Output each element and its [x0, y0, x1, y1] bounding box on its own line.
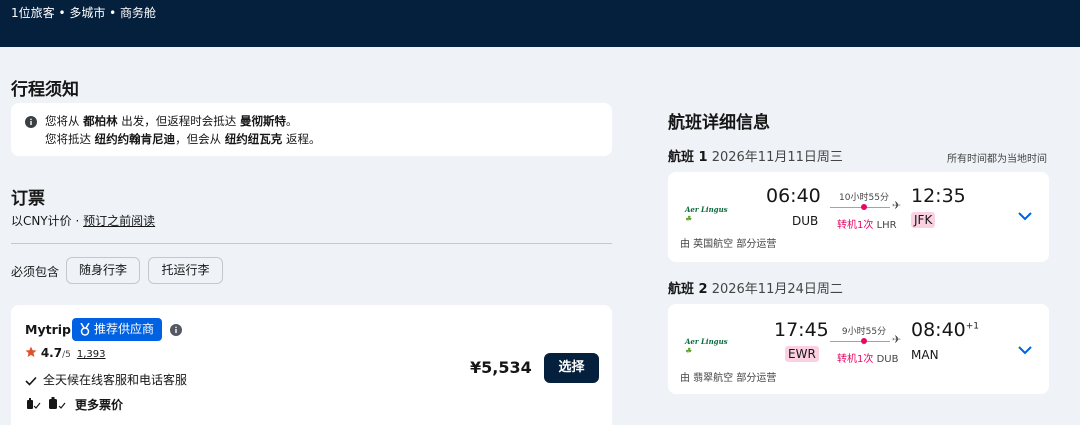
flight-2-header: 航班 2 2026年11月24日周二 — [668, 282, 843, 297]
more-prices[interactable]: 更多票价 — [25, 396, 123, 413]
route-line — [830, 207, 890, 208]
provider-rating: 4.7/5 1,393 — [25, 346, 106, 360]
departure-time: 17:45 — [774, 319, 829, 341]
airline-logo: Aer Lingus ☘ — [685, 205, 728, 223]
arrival-time: 12:35 — [911, 185, 966, 207]
provider-feature: 全天候在线客服和电话客服 — [25, 371, 187, 388]
flight-2-card[interactable]: Aer Lingus ☘ 17:45 EWR 9小时55分 ✈ 转机1次 DUB… — [668, 304, 1049, 394]
shamrock-icon: ☘ — [685, 346, 692, 355]
itinerary-notice-card: 您将从 都柏林 出发，但返程时会抵达 曼彻斯特。 您将抵达 纽约约翰肯尼迪，但会… — [11, 103, 612, 156]
star-icon — [25, 346, 37, 357]
review-count-link[interactable]: 1,393 — [77, 349, 106, 360]
timezone-note: 所有时间都为当地时间 — [947, 154, 1047, 165]
provider-card: Mytrip 推荐供应商 4.7/5 1,393 全天候在线客服和电话客服 更多票… — [11, 305, 612, 425]
provider-name: Mytrip — [25, 322, 71, 337]
airline-logo: Aer Lingus ☘ — [685, 337, 728, 355]
divider — [11, 243, 612, 244]
itinerary-notice-title: 行程须知 — [11, 80, 79, 100]
select-button[interactable]: 选择 — [544, 353, 599, 383]
arrival-airport: JFK — [911, 212, 936, 228]
notice-line-2: 您将抵达 纽约约翰肯尼迪，但会从 纽约纽瓦克 返程。 — [45, 132, 321, 146]
checked-baggage-chip[interactable]: 托运行李 — [148, 257, 223, 284]
flight-details-title: 航班详细信息 — [668, 113, 770, 133]
recommended-provider-badge: 推荐供应商 — [72, 318, 162, 341]
read-before-booking-link[interactable]: 预订之前阅读 — [83, 214, 155, 228]
plane-icon: ✈ — [892, 333, 902, 346]
flight-duration: 10小时55分 — [839, 193, 889, 203]
baggage-icon — [27, 397, 66, 409]
search-summary: 1位旅客 • 多城市 • 商务舱 — [11, 6, 157, 20]
notice-line-1: 您将从 都柏林 出发，但返程时会抵达 曼彻斯特。 — [45, 114, 298, 128]
flight-duration: 9小时55分 — [841, 327, 887, 337]
operator-note: 由 翡翠航空 部分运营 — [680, 373, 777, 384]
provider-info-icon[interactable] — [170, 324, 182, 336]
departure-time: 06:40 — [766, 185, 821, 207]
flight-1-card[interactable]: Aer Lingus ☘ 06:40 DUB 10小时55分 ✈ 转机1次 LH… — [668, 172, 1049, 262]
plane-icon: ✈ — [892, 199, 902, 212]
arrival-time: 08:40+1 — [911, 319, 980, 341]
route-line — [830, 341, 890, 342]
operator-note: 由 英国航空 部分运营 — [680, 239, 777, 250]
info-icon — [25, 116, 37, 128]
top-bar: 1位旅客 • 多城市 • 商务舱 — [0, 0, 1080, 47]
departure-airport: EWR — [785, 346, 819, 362]
arrival-airport: MAN — [911, 348, 939, 362]
medal-icon — [80, 323, 90, 336]
chevron-down-icon[interactable] — [1018, 212, 1032, 221]
stop-info: 转机1次 DUB — [837, 354, 899, 365]
booking-title: 订票 — [11, 189, 45, 209]
carry-on-baggage-chip[interactable]: 随身行李 — [66, 257, 140, 284]
departure-airport: DUB — [792, 214, 819, 228]
provider-price: ¥5,534 — [470, 358, 532, 377]
required-label: 必须包含 — [11, 265, 60, 279]
stop-dot — [861, 204, 867, 210]
stop-dot — [861, 338, 867, 344]
price-note: 以CNY计价 · 预订之前阅读 — [11, 214, 156, 228]
flight-1-header: 航班 1 2026年11月11日周三 — [668, 150, 843, 165]
chevron-down-icon[interactable] — [1018, 346, 1032, 355]
stop-info: 转机1次 LHR — [837, 220, 897, 231]
check-icon — [25, 376, 37, 386]
shamrock-icon: ☘ — [685, 214, 692, 223]
